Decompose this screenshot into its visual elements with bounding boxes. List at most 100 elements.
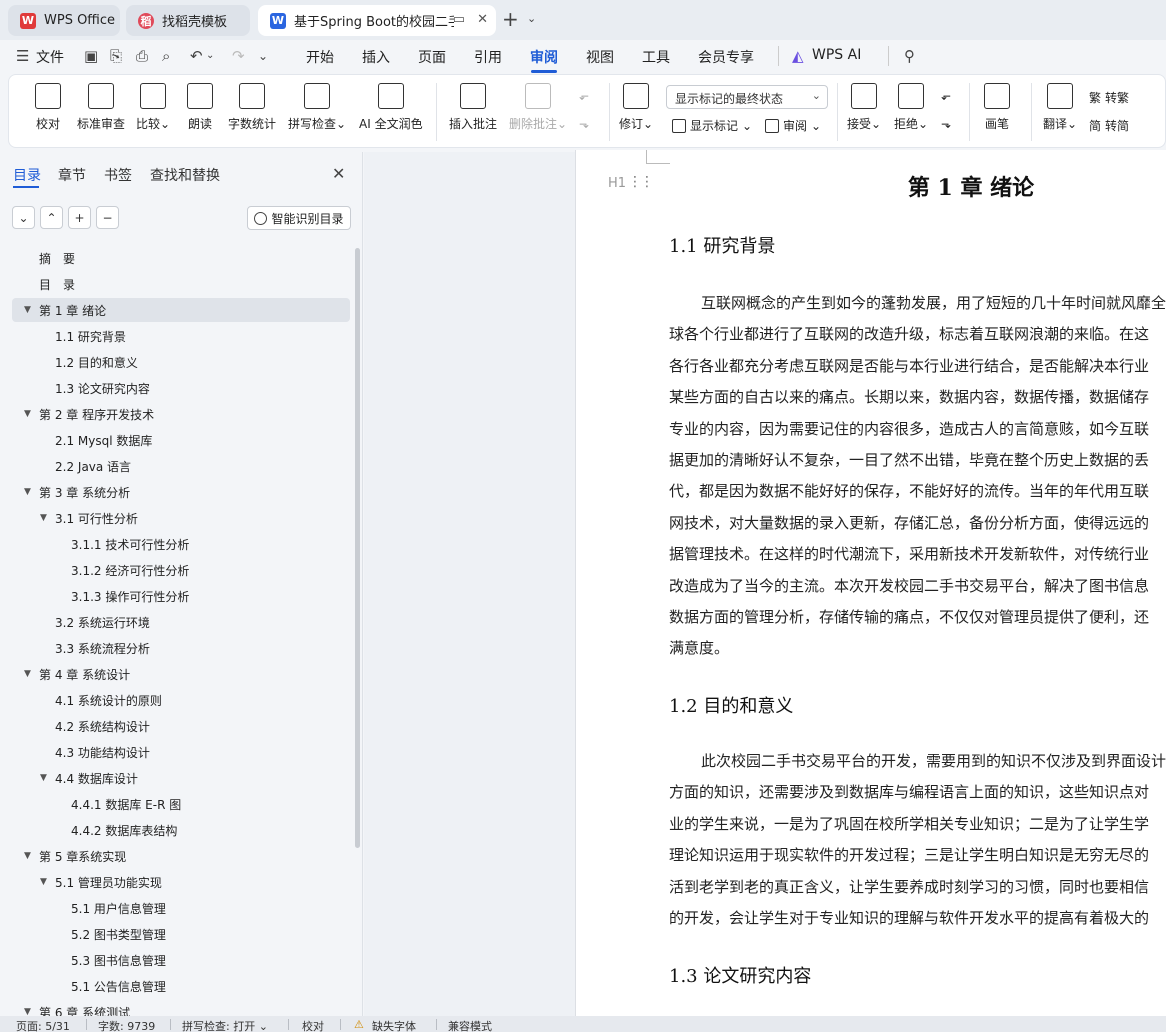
undo-dropdown-icon[interactable]: ⌄: [206, 50, 214, 61]
spell-check-button[interactable]: 拼写检查⌄: [288, 83, 346, 132]
toc-item[interactable]: ▼ 第 3 章 系统分析: [12, 480, 350, 504]
reject-button[interactable]: 拒绝⌄: [894, 83, 928, 132]
track-changes-button[interactable]: 修订⌄: [619, 83, 653, 132]
page-indicator[interactable]: 页面: 5/31: [16, 1018, 70, 1032]
toc-item[interactable]: ▼ 4.4 数据库设计: [12, 766, 350, 790]
toc-item[interactable]: ▼ 第 2 章 程序开发技术: [12, 402, 350, 426]
insert-comment-button[interactable]: 插入批注: [449, 83, 497, 132]
toc-scrollbar[interactable]: [355, 248, 360, 848]
toc-item[interactable]: 4.1 系统设计的原则: [12, 688, 350, 712]
toc-item[interactable]: 5.1 用户信息管理: [12, 896, 350, 920]
ink-button[interactable]: 画笔: [984, 83, 1010, 132]
tab-docer-templates[interactable]: 稻 找稻壳模板: [126, 5, 250, 36]
to-traditional-button[interactable]: 繁转繁: [1089, 89, 1129, 106]
proof-indicator[interactable]: 校对: [302, 1018, 324, 1032]
expand-arrow-icon[interactable]: ▼: [40, 513, 47, 523]
menu-page[interactable]: 页面: [418, 47, 446, 67]
compare-button[interactable]: 比较⌄: [136, 83, 170, 132]
menu-reference[interactable]: 引用: [474, 47, 502, 67]
tab-chapters[interactable]: 章节: [58, 165, 86, 185]
toc-item[interactable]: 1.2 目的和意义: [12, 350, 350, 374]
menu-wps-ai[interactable]: WPS AI: [812, 47, 861, 63]
accept-button[interactable]: 接受⌄: [847, 83, 881, 132]
chevron-down-icon[interactable]: ⌄: [527, 12, 536, 25]
toc-item[interactable]: 3.3 系统流程分析: [12, 636, 350, 660]
previous-change-icon[interactable]: ⬐: [941, 89, 951, 103]
save-icon[interactable]: ▣: [84, 47, 98, 65]
toc-item[interactable]: 2.1 Mysql 数据库: [12, 428, 350, 452]
toc-item[interactable]: ▼ 第 5 章系统实现: [12, 844, 350, 868]
toc-item[interactable]: 3.1.3 操作可行性分析: [12, 584, 350, 608]
print-preview-icon[interactable]: ⌕: [162, 47, 170, 65]
new-tab-icon[interactable]: +: [502, 9, 519, 29]
next-comment-icon[interactable]: ⬎: [579, 117, 589, 131]
show-markup-button[interactable]: 显示标记 ⌄: [672, 117, 752, 134]
monitor-icon[interactable]: ▭: [453, 12, 465, 27]
read-aloud-button[interactable]: 朗读: [187, 83, 213, 132]
print-icon[interactable]: ⎙: [136, 47, 148, 65]
toc-item[interactable]: 1.1 研究背景: [12, 324, 350, 348]
tab-wps-office[interactable]: W WPS Office: [8, 5, 120, 36]
toc-item[interactable]: 摘 要: [12, 246, 350, 270]
menu-view[interactable]: 视图: [586, 47, 614, 67]
menu-start[interactable]: 开始: [306, 47, 334, 67]
previous-comment-icon[interactable]: ⬐: [579, 89, 589, 103]
remove-heading-button[interactable]: −: [96, 206, 119, 229]
tab-current-document[interactable]: W 基于Spring Boot的校园二手 ▭ ✕: [258, 5, 496, 36]
toc-item[interactable]: ▼ 3.1 可行性分析: [12, 506, 350, 530]
spell-check-indicator[interactable]: 拼写检查: 打开 ⌄: [182, 1018, 268, 1032]
word-count-indicator[interactable]: 字数: 9739: [98, 1018, 155, 1032]
ai-polish-button[interactable]: AI 全文润色: [359, 83, 423, 132]
export-icon[interactable]: ⎘: [110, 47, 122, 65]
redo-icon[interactable]: ↷: [232, 47, 245, 65]
toc-item[interactable]: 5.1 公告信息管理: [12, 974, 350, 998]
proofread-button[interactable]: 校对: [35, 83, 61, 132]
menu-insert[interactable]: 插入: [362, 47, 390, 67]
toc-item[interactable]: 4.4.1 数据库 E-R 图: [12, 792, 350, 816]
review-pane-button[interactable]: 审阅 ⌄: [765, 117, 821, 134]
expand-arrow-icon[interactable]: ▼: [40, 877, 47, 887]
delete-comment-button[interactable]: 删除批注⌄: [509, 83, 567, 132]
expand-arrow-icon[interactable]: ▼: [24, 669, 31, 679]
toc-item[interactable]: 4.3 功能结构设计: [12, 740, 350, 764]
close-tab-icon[interactable]: ✕: [477, 12, 488, 27]
toc-item[interactable]: 5.2 图书类型管理: [12, 922, 350, 946]
menu-file[interactable]: 文件: [36, 47, 64, 67]
toc-item[interactable]: 目 录: [12, 272, 350, 296]
hamburger-icon[interactable]: ☰: [16, 47, 29, 65]
toc-item[interactable]: 5.3 图书信息管理: [12, 948, 350, 972]
toc-item[interactable]: 3.1.2 经济可行性分析: [12, 558, 350, 582]
toc-item[interactable]: 2.2 Java 语言: [12, 454, 350, 478]
missing-font-indicator[interactable]: 缺失字体: [372, 1018, 416, 1032]
expand-arrow-icon[interactable]: ▼: [40, 773, 47, 783]
add-heading-button[interactable]: +: [68, 206, 91, 229]
expand-arrow-icon[interactable]: ▼: [24, 409, 31, 419]
tab-find-replace[interactable]: 查找和替换: [150, 165, 220, 185]
toc-item[interactable]: 4.4.2 数据库表结构: [12, 818, 350, 842]
tab-bookmarks[interactable]: 书签: [104, 165, 132, 185]
tab-toc[interactable]: 目录: [13, 165, 41, 185]
to-simplified-button[interactable]: 简转简: [1089, 117, 1129, 134]
smart-toc-button[interactable]: 智能识别目录: [247, 206, 351, 230]
standard-review-button[interactable]: 标准审查: [77, 83, 125, 132]
close-icon[interactable]: ✕: [332, 164, 345, 183]
word-count-button[interactable]: 字数统计: [228, 83, 276, 132]
document-page[interactable]: H1 ⋮⋮ 第 1 章 绪论 1.1 研究背景 互联网概念的产生到如今的蓬勃发展，…: [575, 150, 1166, 1016]
menu-tools[interactable]: 工具: [642, 47, 670, 67]
undo-icon[interactable]: ↶: [190, 47, 203, 65]
next-change-icon[interactable]: ⬎: [941, 117, 951, 131]
toc-item[interactable]: 3.1.1 技术可行性分析: [12, 532, 350, 556]
toc-item[interactable]: ▼ 第 4 章 系统设计: [12, 662, 350, 686]
search-icon[interactable]: ⚲: [904, 47, 915, 65]
expand-arrow-icon[interactable]: ▼: [24, 487, 31, 497]
toc-item[interactable]: ▼ 第 1 章 绪论: [12, 298, 350, 322]
expand-arrow-icon[interactable]: ▼: [24, 851, 31, 861]
toc-item[interactable]: 4.2 系统结构设计: [12, 714, 350, 738]
toc-item[interactable]: ▼ 5.1 管理员功能实现: [12, 870, 350, 894]
translate-button[interactable]: 翻译⌄: [1043, 83, 1077, 132]
collapse-down-button[interactable]: ⌄: [12, 206, 35, 229]
toc-item[interactable]: 3.2 系统运行环境: [12, 610, 350, 634]
toc-item[interactable]: 1.3 论文研究内容: [12, 376, 350, 400]
menu-member[interactable]: 会员专享: [698, 47, 754, 67]
display-state-select[interactable]: 显示标记的最终状态 ⌄: [666, 85, 828, 109]
